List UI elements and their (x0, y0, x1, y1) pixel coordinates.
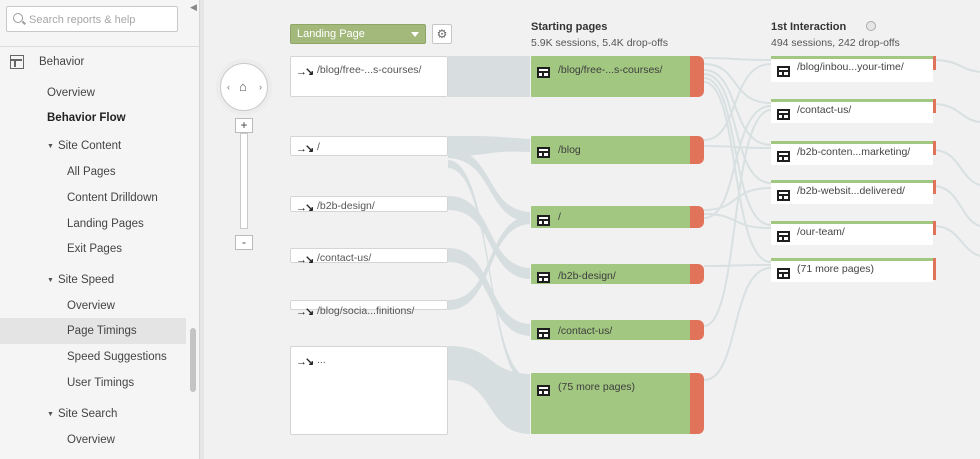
dropoff-bar[interactable] (933, 141, 936, 155)
flow-arrows-icon: →↘ (296, 356, 314, 368)
zoom-in-button[interactable]: + (235, 118, 253, 133)
right-arrow-icon[interactable]: › (259, 82, 262, 92)
page-table-icon (537, 385, 550, 396)
dropoff-bar[interactable] (690, 136, 704, 164)
landing-to-start-flows (448, 56, 530, 434)
starting-page-node[interactable]: /contact-us/ (531, 320, 704, 340)
landing-page-node[interactable]: →↘ /contact-us/ (290, 248, 448, 266)
landing-page-label: / (317, 141, 320, 153)
starting-page-node[interactable]: /blog/free-...s-courses/ (531, 56, 704, 97)
interaction-label: /our-team/ (797, 226, 845, 238)
interaction-node[interactable]: (71 more pages) (771, 258, 936, 282)
flow-line (932, 225, 980, 257)
starting-page-label: /blog/free-...s-courses/ (558, 64, 663, 76)
flow-band (448, 56, 530, 97)
flow-line (703, 145, 772, 149)
gear-icon: ⚙ (436, 27, 448, 41)
starting-page-label: /blog (558, 144, 581, 156)
page-table-icon (537, 147, 550, 158)
dropoff-bar[interactable] (933, 99, 936, 113)
dropoff-bar[interactable] (933, 180, 936, 194)
starting-pages-subtitle: 5.9K sessions, 5.4K drop-offs (531, 37, 668, 49)
landing-page-node[interactable]: →↘ ... (290, 346, 448, 435)
chevron-down-icon (411, 32, 419, 37)
page-table-icon (537, 328, 550, 339)
starting-page-node[interactable]: (75 more pages) (531, 373, 704, 434)
info-icon[interactable] (866, 21, 876, 31)
left-arrow-icon[interactable]: ‹ (227, 82, 230, 92)
page-table-icon (777, 268, 790, 279)
starting-page-node[interactable]: / (531, 206, 704, 228)
flow-arrows-icon: →↘ (296, 66, 314, 78)
dropoff-bar[interactable] (690, 264, 704, 284)
page-table-icon (537, 67, 550, 78)
interaction-node[interactable]: /our-team/ (771, 221, 936, 245)
first-interaction-title: 1st Interaction (771, 21, 847, 33)
interaction-node[interactable]: /contact-us/ (771, 99, 936, 123)
settings-button[interactable]: ⚙ (432, 24, 452, 44)
flow-arrows-icon: →↘ (296, 306, 314, 318)
page-table-icon (537, 215, 550, 226)
home-icon[interactable]: ⌂ (239, 79, 247, 94)
starting-page-node[interactable]: /blog (531, 136, 704, 164)
dropoff-bar[interactable] (690, 56, 704, 97)
starting-page-node[interactable]: /b2b-design/ (531, 264, 704, 284)
interaction-node[interactable]: /b2b-conten...marketing/ (771, 141, 936, 165)
page-table-icon (777, 151, 790, 162)
flow-band (448, 346, 530, 434)
dropoff-bar[interactable] (933, 258, 936, 280)
landing-page-node[interactable]: →↘ /blog/free-...s-courses/ (290, 56, 448, 97)
dimension-dropdown-label: Landing Page (297, 28, 365, 40)
flow-line (932, 185, 980, 227)
dropoff-bar[interactable] (690, 373, 704, 434)
starting-page-label: / (558, 211, 561, 223)
landing-page-label: /b2b-design/ (317, 200, 375, 212)
landing-page-label: ... (317, 354, 326, 366)
landing-page-label: /blog/free-...s-courses/ (317, 64, 422, 76)
page-table-icon (777, 109, 790, 120)
flow-arrows-icon: →↘ (296, 254, 314, 266)
dropoff-bar[interactable] (690, 320, 704, 340)
landing-page-node[interactable]: →↘ / (290, 136, 448, 156)
interaction-label: /b2b-conten...marketing/ (797, 146, 911, 158)
interaction-label: /b2b-websit...delivered/ (797, 185, 905, 197)
dropoff-bar[interactable] (933, 221, 936, 235)
flow-line (703, 264, 772, 267)
page-table-icon (777, 190, 790, 201)
page-table-icon (777, 231, 790, 242)
flow-line (932, 103, 980, 123)
starting-page-label: /contact-us/ (558, 325, 613, 337)
first-interaction-subtitle: 494 sessions, 242 drop-offs (771, 37, 900, 49)
flow-line (932, 149, 980, 186)
flow-line (932, 59, 980, 73)
interaction-node[interactable]: /b2b-websit...delivered/ (771, 180, 936, 204)
landing-page-node[interactable]: →↘ /b2b-design/ (290, 196, 448, 214)
starting-page-label: (75 more pages) (558, 381, 636, 393)
landing-page-node[interactable]: →↘ /blog/socia...finitions/ (290, 300, 448, 318)
dropoff-bar[interactable] (933, 56, 936, 70)
starting-page-label: /b2b-design/ (558, 270, 616, 282)
pan-control[interactable]: ‹ ⌂ › (220, 63, 268, 111)
flow-line (703, 267, 772, 381)
interaction-label: (71 more pages) (797, 263, 875, 275)
zoom-slider-track[interactable] (240, 133, 248, 229)
zoom-out-button[interactable]: - (235, 235, 253, 250)
page-table-icon (537, 272, 550, 283)
flow-line (703, 57, 772, 61)
interaction-label: /blog/inbou...your-time/ (797, 61, 904, 73)
interaction-label: /contact-us/ (797, 104, 852, 116)
starting-pages-title: Starting pages (531, 21, 608, 33)
landing-page-label: /blog/socia...finitions/ (317, 305, 415, 317)
dropoff-bar[interactable] (690, 206, 704, 228)
dimension-dropdown[interactable]: Landing Page (290, 24, 426, 44)
interaction-node[interactable]: /blog/inbou...your-time/ (771, 56, 936, 82)
page-table-icon (777, 66, 790, 77)
flow-arrows-icon: →↘ (296, 143, 314, 155)
flow-line (703, 73, 772, 184)
flow-arrows-icon: →↘ (296, 202, 314, 214)
landing-page-label: /contact-us/ (317, 252, 372, 264)
